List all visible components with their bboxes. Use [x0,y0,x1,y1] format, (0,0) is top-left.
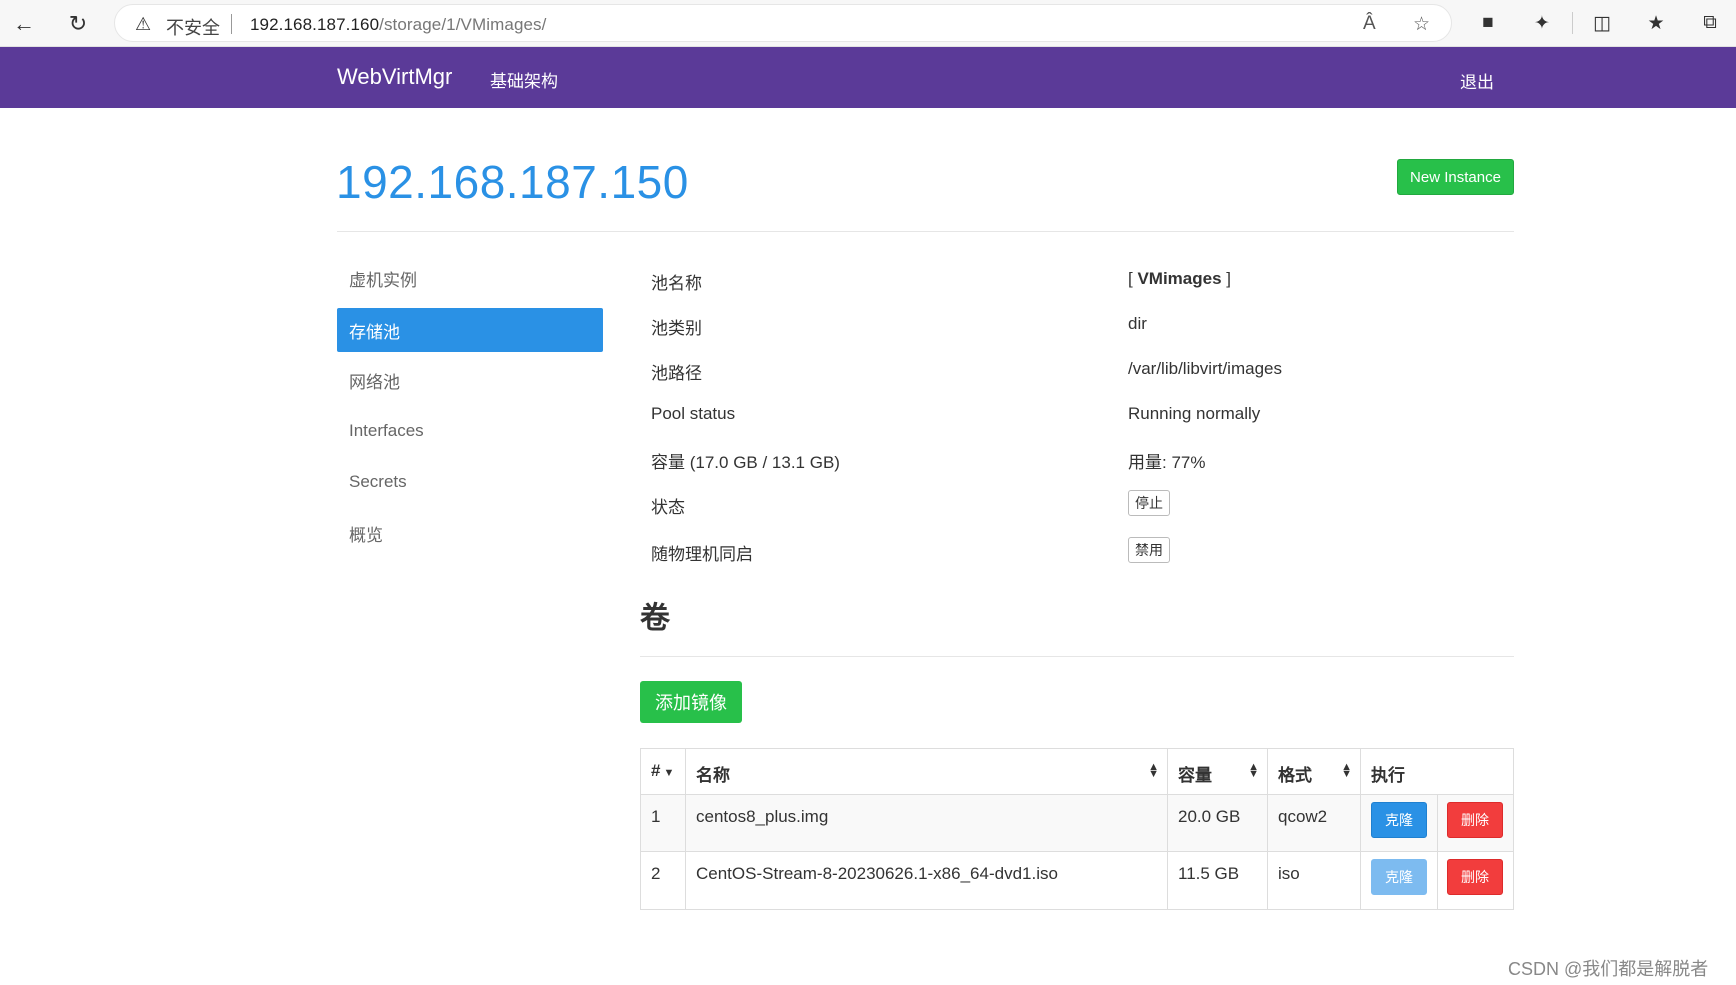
cell-size: 11.5 GB [1167,851,1268,910]
delete-button[interactable]: 删除 [1447,859,1503,895]
column-header-actions: 执行 [1360,748,1514,795]
address-separator [231,14,232,34]
column-header-name[interactable]: 名称 ▲ ▼ [685,748,1168,795]
pool-type-value: dir [1128,314,1147,333]
pool-usage-value: 用量: 77% [1128,453,1206,472]
sidebar-item-interfaces[interactable]: Interfaces [337,409,603,453]
split-screen-icon[interactable]: ◫ [1588,9,1616,37]
pool-path-value: /var/lib/libvirt/images [1128,359,1282,378]
clone-button[interactable]: 克隆 [1371,802,1427,838]
sort-icon: ▲ ▼ [1341,761,1352,780]
sidebar-item-networks[interactable]: 网络池 [337,358,603,402]
header-divider [337,231,1514,232]
pool-status-value: Running normally [1128,404,1261,423]
address-bar[interactable]: ⚠ 不安全 192.168.187.160/storage/1/VMimages… [114,4,1452,42]
pool-name-label: 池名称 [651,274,702,293]
back-arrow-icon[interactable]: ← [8,8,40,40]
column-header-size-label: 容量 [1178,766,1212,785]
cell-index: 1 [640,794,686,852]
cell-name: centos8_plus.img [685,794,1168,852]
table-row: 2 CentOS-Stream-8-20230626.1-x86_64-dvd1… [640,851,1514,910]
page-title: 192.168.187.150 [336,156,689,208]
brand-logo[interactable]: WebVirtMgr [337,64,452,90]
volumes-table: # ▼ 名称 ▲ ▼ 容量 ▲ ▼ 格式 ▲ ▼ 执行 1 centos8_plus.img … [640,748,1514,910]
cell-delete: 删除 [1437,794,1514,852]
url-path: /storage/1/VMimages/ [379,15,547,34]
cell-clone: 克隆 [1360,851,1438,910]
delete-button[interactable]: 删除 [1447,802,1503,838]
sort-icon: ▲ ▼ [1148,761,1159,780]
disable-autostart-button[interactable]: 禁用 [1128,537,1170,563]
cell-size: 20.0 GB [1167,794,1268,852]
app-navbar: WebVirtMgr 基础架构 退出 [0,47,1736,108]
security-label[interactable]: 不安全 [166,14,220,40]
column-header-index[interactable]: # ▼ [640,748,686,795]
sidebar-item-secrets[interactable]: Secrets [337,460,603,504]
column-header-index-label: # [651,761,661,780]
cell-index: 2 [640,851,686,910]
warning-icon[interactable]: ⚠ [135,14,151,35]
pool-state-label: 状态 [651,498,685,517]
cell-name: CentOS-Stream-8-20230626.1-x86_64-dvd1.i… [685,851,1168,910]
table-row: 1 centos8_plus.img 20.0 GB qcow2 克隆 删除 [640,794,1514,852]
add-image-button[interactable]: 添加镜像 [640,681,742,723]
volumes-divider [640,656,1514,657]
sort-desc-icon: ▼ [663,767,675,779]
pool-path-label: 池路径 [651,364,702,383]
cell-format: qcow2 [1267,794,1361,852]
url-text[interactable]: 192.168.187.160/storage/1/VMimages/ [250,15,546,35]
cell-clone: 克隆 [1360,794,1438,852]
column-header-actions-label: 执行 [1371,766,1405,785]
sort-icon: ▲ ▼ [1248,761,1259,780]
pool-name-suffix: ] [1221,269,1231,288]
extension-app-icon[interactable]: ■ [1474,9,1502,37]
toolbar-separator [1572,12,1573,34]
clone-button-disabled[interactable]: 克隆 [1371,859,1427,895]
table-header-row: # ▼ 名称 ▲ ▼ 容量 ▲ ▼ 格式 ▲ ▼ 执行 [640,748,1514,795]
collections-icon[interactable]: ⧉ [1696,9,1724,37]
sidebar-item-storage[interactable]: 存储池 [337,308,603,352]
column-header-size[interactable]: 容量 ▲ ▼ [1167,748,1268,795]
sidebar-item-instances[interactable]: 虚机实例 [337,256,603,300]
volumes-heading: 卷 [640,602,670,635]
read-aloud-icon[interactable]: Â [1363,13,1376,35]
favorite-star-icon[interactable]: ☆ [1413,13,1430,36]
reload-icon[interactable]: ↻ [62,8,94,40]
stop-pool-button[interactable]: 停止 [1128,490,1170,516]
column-header-format-label: 格式 [1278,766,1312,785]
favorites-icon[interactable]: ★ [1642,9,1670,37]
new-instance-button[interactable]: New Instance [1397,159,1514,195]
url-host: 192.168.187.160 [250,15,380,34]
pool-type-label: 池类别 [651,319,702,338]
nav-infrastructure[interactable]: 基础架构 [490,67,558,92]
extensions-puzzle-icon[interactable]: ✦ [1528,9,1556,37]
column-header-name-label: 名称 [696,766,730,785]
cell-format: iso [1267,851,1361,910]
watermark: CSDN @我们都是解脱者 [1508,959,1709,979]
pool-status-label: Pool status [651,404,736,423]
browser-toolbar: ← ↻ ⚠ 不安全 192.168.187.160/storage/1/VMim… [0,0,1736,47]
pool-capacity-label: 容量 (17.0 GB / 13.1 GB) [651,453,840,472]
pool-name-value: [ VMimages ] [1128,269,1231,289]
pool-name-text: VMimages [1137,269,1222,288]
cell-delete: 删除 [1437,851,1514,910]
autostart-label: 随物理机同启 [651,545,753,564]
sidebar-item-overview[interactable]: 概览 [337,511,603,555]
column-header-format[interactable]: 格式 ▲ ▼ [1267,748,1361,795]
logout-link[interactable]: 退出 [1460,68,1494,93]
